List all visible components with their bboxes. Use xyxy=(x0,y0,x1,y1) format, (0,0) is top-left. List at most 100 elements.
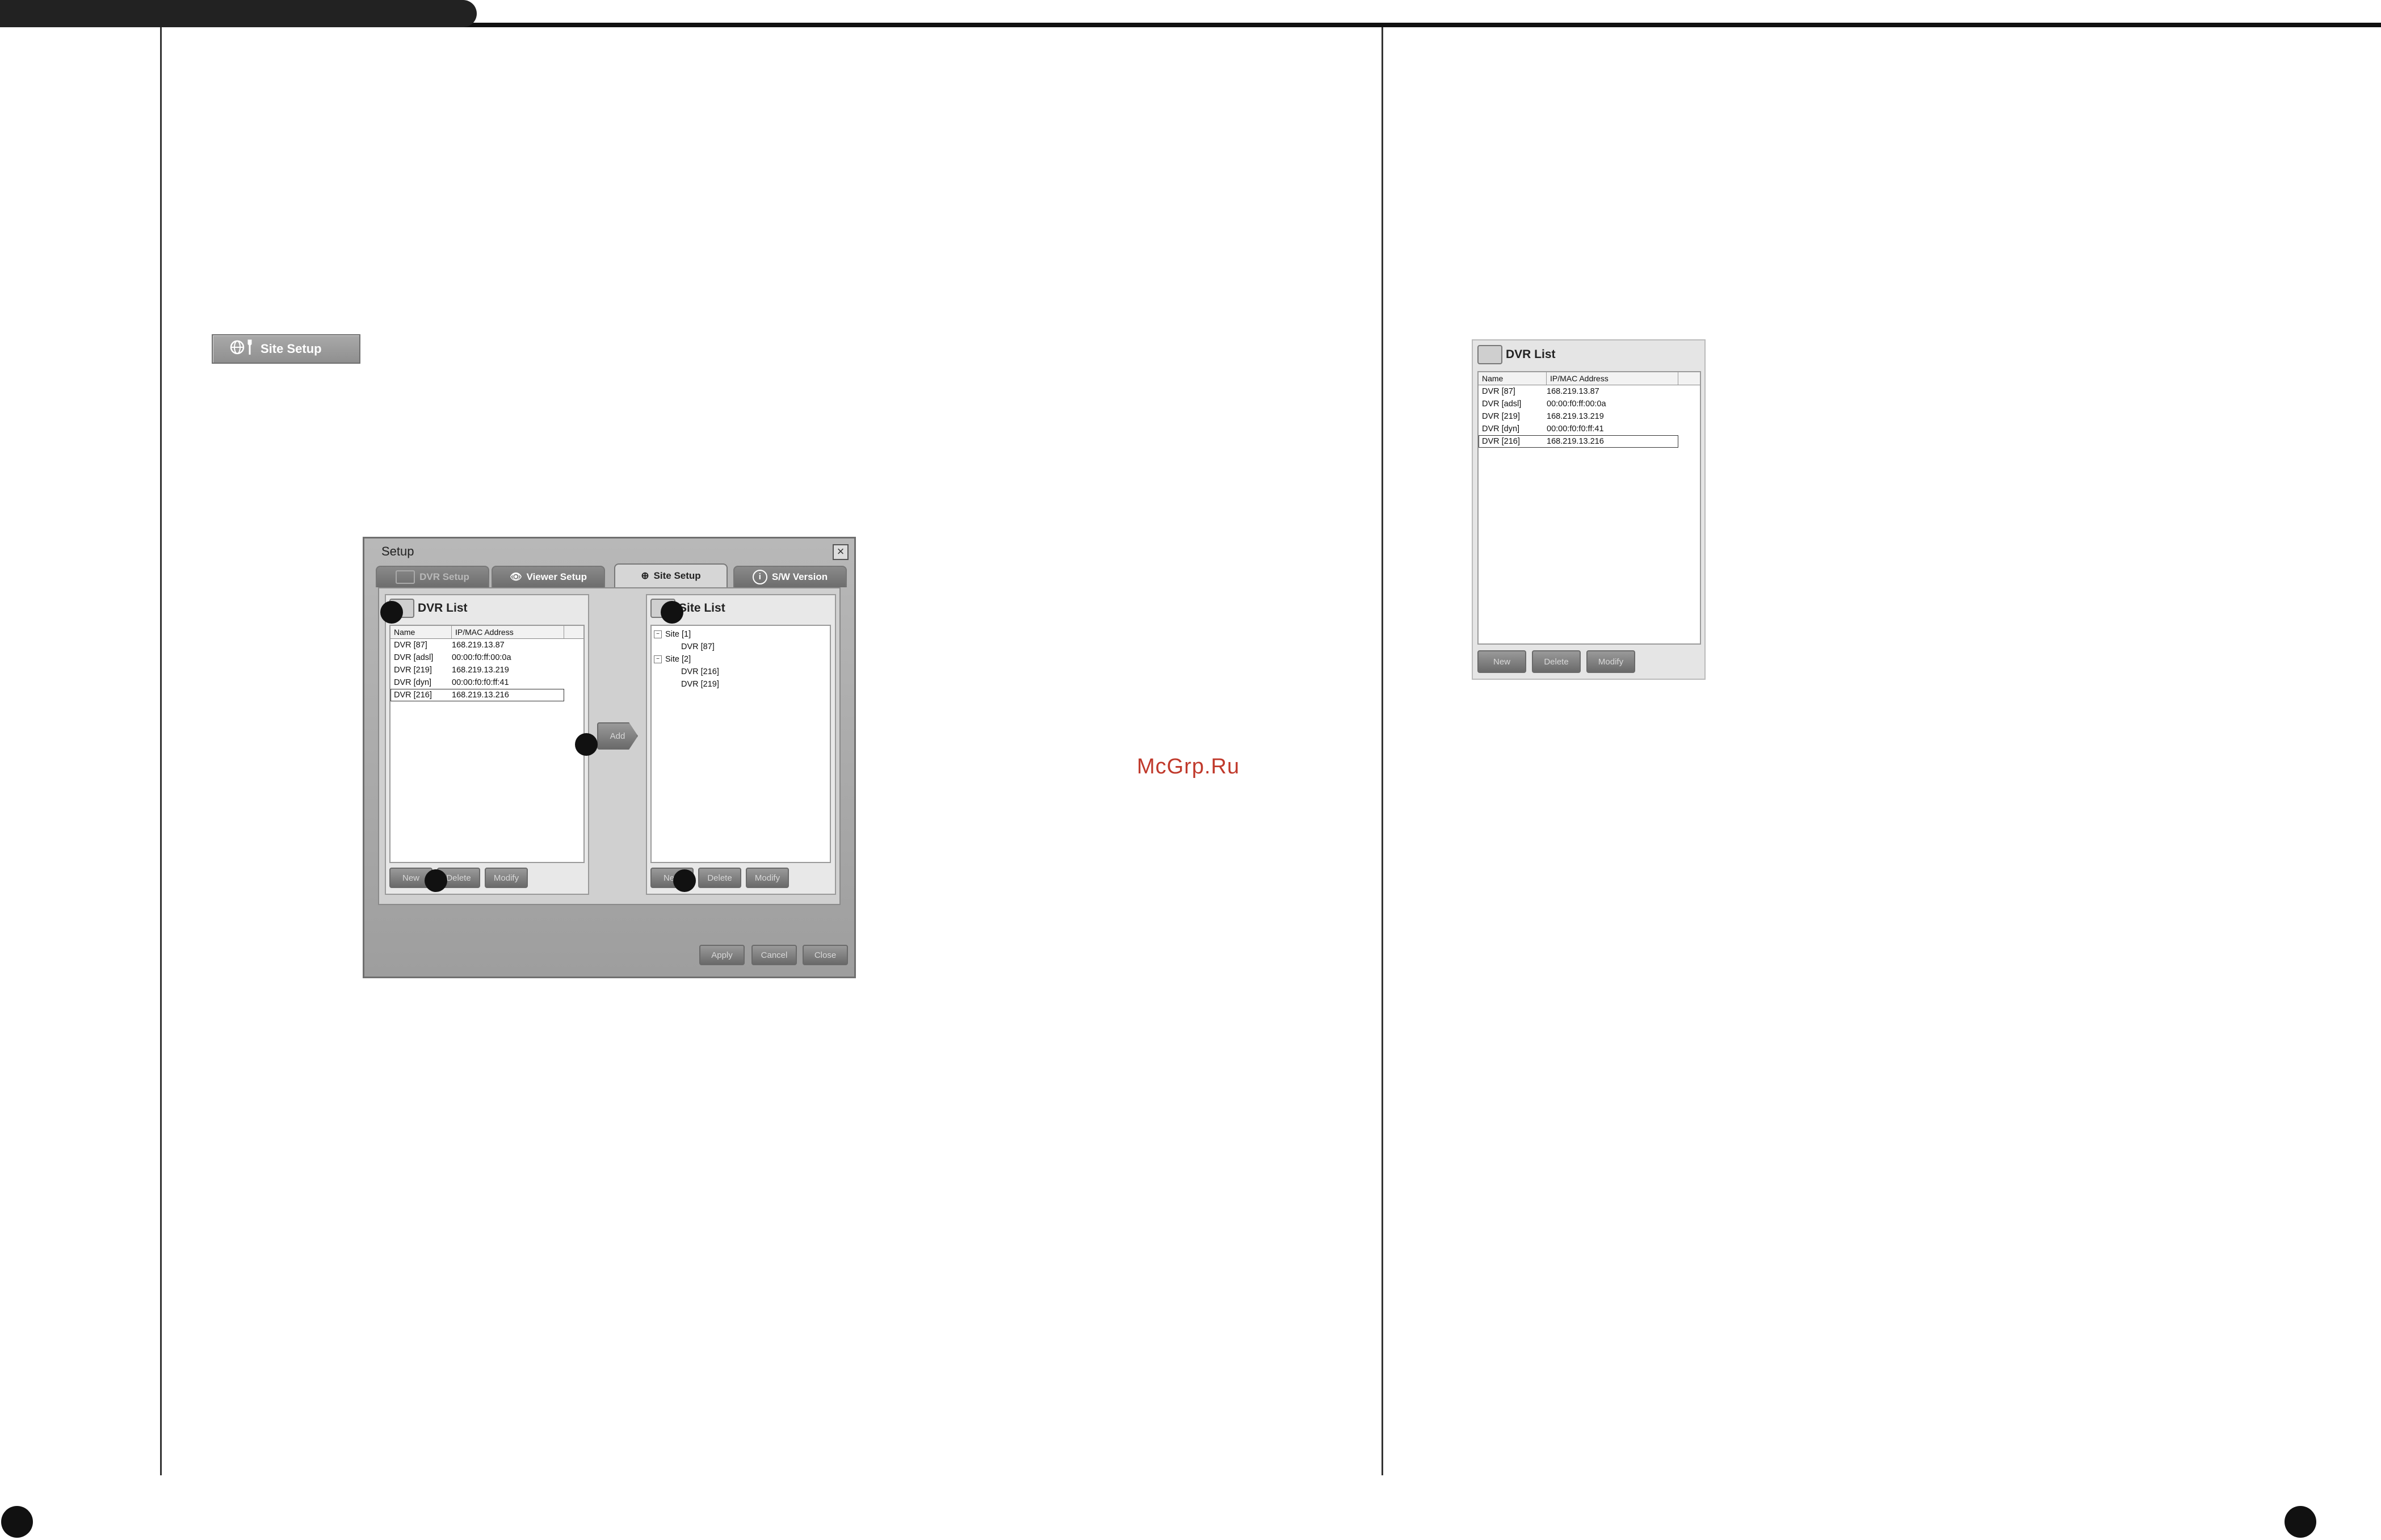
callout-marker xyxy=(425,869,447,892)
dvr-address: 168.219.13.219 xyxy=(452,666,509,675)
detail-modify-button[interactable]: Modify xyxy=(1586,650,1635,673)
tree-leaf[interactable]: DVR [219] xyxy=(652,678,830,691)
column-header-address[interactable]: IP/MAC Address xyxy=(1547,372,1678,385)
column-header-address[interactable]: IP/MAC Address xyxy=(452,626,564,638)
dvr-list-icon xyxy=(1477,345,1502,364)
close-icon[interactable]: × xyxy=(833,544,849,560)
dvr-address: 168.219.13.87 xyxy=(452,641,505,650)
dvr-address: 168.219.13.216 xyxy=(452,691,509,700)
dvr-address: 168.219.13.219 xyxy=(1547,412,1604,421)
tab-site-setup[interactable]: ⊕ Site Setup xyxy=(614,563,728,587)
table-row[interactable]: DVR [87] 168.219.13.87 xyxy=(390,639,583,651)
close-button[interactable]: Close xyxy=(803,945,848,965)
table-row[interactable]: DVR [dyn] 00:00:f0:f0:ff:41 xyxy=(390,676,583,689)
tab-viewer-setup-label: Viewer Setup xyxy=(526,571,587,582)
dialog-title: Setup xyxy=(381,544,414,558)
dvr-label: DVR [219] xyxy=(681,680,719,689)
dvr-list-columns: Name IP/MAC Address xyxy=(1479,372,1700,385)
table-row[interactable]: DVR [dyn] 00:00:f0:f0:ff:41 xyxy=(1479,423,1700,435)
tab-sw-version-label: S/W Version xyxy=(771,571,828,582)
dvr-name: DVR [216] xyxy=(1482,437,1520,446)
watermark-text: McGrp.Ru xyxy=(1137,755,1240,779)
dvr-list-detail-title: DVR List xyxy=(1506,348,1556,361)
tab-dvr-setup-label: DVR Setup xyxy=(419,571,469,582)
apply-button[interactable]: Apply xyxy=(699,945,745,965)
collapse-icon[interactable]: − xyxy=(654,655,662,663)
site-setup-button-label: Site Setup xyxy=(261,342,322,356)
site-setup-tab-content: DVR List Name IP/MAC Address DVR [87] 168… xyxy=(378,587,841,905)
site-setup-button[interactable]: Site Setup xyxy=(212,334,360,364)
dvr-name: DVR [219] xyxy=(1482,412,1520,421)
callout-marker xyxy=(661,601,683,624)
dvr-list-detail-table[interactable]: Name IP/MAC Address DVR [87] 168.219.13.8… xyxy=(1477,371,1701,645)
dvr-list-table[interactable]: Name IP/MAC Address DVR [87] 168.219.13.8… xyxy=(389,625,585,863)
callout-marker xyxy=(673,869,696,892)
dvr-address: 168.219.13.87 xyxy=(1547,387,1599,396)
site-list-title: Site List xyxy=(679,601,725,615)
column-header-name[interactable]: Name xyxy=(390,626,452,638)
tree-leaf[interactable]: DVR [216] xyxy=(652,666,830,678)
detail-new-button[interactable]: New xyxy=(1477,650,1526,673)
dvr-list-detail-panel: DVR List Name IP/MAC Address DVR [87] 168… xyxy=(1472,339,1706,680)
dvr-name: DVR [dyn] xyxy=(394,678,432,687)
dvr-name: DVR [87] xyxy=(394,641,427,650)
tab-sw-version[interactable]: i S/W Version xyxy=(733,566,847,587)
tree-node-site-2[interactable]: − Site [2] xyxy=(652,653,830,666)
eye-wrench-icon: 👁 xyxy=(509,571,522,582)
dvr-address: 00:00:f0:f0:ff:41 xyxy=(452,678,509,687)
tab-dvr-setup[interactable]: DVR Setup xyxy=(376,566,489,587)
tab-site-setup-label: Site Setup xyxy=(653,570,701,581)
globe-wrench-icon: ⊕ xyxy=(641,570,649,581)
detail-delete-button[interactable]: Delete xyxy=(1532,650,1581,673)
cancel-button[interactable]: Cancel xyxy=(751,945,797,965)
dvr-modify-button[interactable]: Modify xyxy=(485,868,528,888)
site-list-tree[interactable]: − Site [1] DVR [87] − Site [2] DVR [216] D… xyxy=(650,625,831,863)
table-row[interactable]: DVR [219] 168.219.13.219 xyxy=(390,664,583,676)
dvr-name: DVR [87] xyxy=(1482,387,1515,396)
dvr-address: 00:00:f0:ff:00:0a xyxy=(452,653,511,662)
dvr-icon xyxy=(396,570,415,584)
column-header-name[interactable]: Name xyxy=(1479,372,1547,385)
dvr-name: DVR [adsl] xyxy=(394,653,434,662)
site-label: Site [1] xyxy=(665,630,691,639)
center-divider-line xyxy=(1381,27,1383,1475)
dvr-list-detail-header: DVR List xyxy=(1477,345,1556,364)
add-button-label: Add xyxy=(610,731,625,741)
table-row[interactable]: DVR [adsl] 00:00:f0:ff:00:0a xyxy=(1479,398,1700,410)
dvr-name: DVR [216] xyxy=(394,691,432,700)
dvr-label: DVR [216] xyxy=(681,667,719,676)
site-list-panel: Site List − Site [1] DVR [87] − Site [2] D… xyxy=(646,594,836,895)
dvr-list-panel: DVR List Name IP/MAC Address DVR [87] 168… xyxy=(385,594,589,895)
header-tab-shape xyxy=(0,0,477,27)
left-page-marker xyxy=(1,1506,33,1538)
left-margin-line xyxy=(160,27,162,1475)
setup-dialog: Setup × DVR Setup 👁 Viewer Setup ⊕ Site … xyxy=(363,537,856,978)
globe-wrench-icon xyxy=(230,339,255,359)
dvr-name: DVR [dyn] xyxy=(1482,424,1520,434)
dvr-label: DVR [87] xyxy=(681,642,715,651)
right-page-marker xyxy=(2285,1506,2316,1538)
dvr-list-columns: Name IP/MAC Address xyxy=(390,626,583,639)
tree-node-site-1[interactable]: − Site [1] xyxy=(652,628,830,641)
site-label: Site [2] xyxy=(665,655,691,664)
dvr-address: 00:00:f0:ff:00:0a xyxy=(1547,399,1606,409)
dvr-address: 00:00:f0:f0:ff:41 xyxy=(1547,424,1604,434)
dvr-name: DVR [adsl] xyxy=(1482,399,1522,409)
callout-marker xyxy=(380,601,403,624)
dvr-address: 168.219.13.216 xyxy=(1547,437,1604,446)
info-icon: i xyxy=(752,570,767,584)
collapse-icon[interactable]: − xyxy=(654,630,662,638)
table-row[interactable]: DVR [87] 168.219.13.87 xyxy=(1479,385,1700,398)
table-row[interactable]: DVR [adsl] 00:00:f0:ff:00:0a xyxy=(390,651,583,664)
callout-marker xyxy=(575,733,598,756)
dvr-list-title: DVR List xyxy=(418,601,468,615)
dvr-name: DVR [219] xyxy=(394,666,432,675)
site-modify-button[interactable]: Modify xyxy=(746,868,789,888)
tree-leaf[interactable]: DVR [87] xyxy=(652,641,830,653)
tab-viewer-setup[interactable]: 👁 Viewer Setup xyxy=(492,566,605,587)
site-delete-button[interactable]: Delete xyxy=(698,868,741,888)
add-button[interactable]: Add xyxy=(597,722,638,750)
table-row[interactable]: DVR [219] 168.219.13.219 xyxy=(1479,410,1700,423)
table-row-selected[interactable]: DVR [216] 168.219.13.216 xyxy=(390,689,564,701)
table-row-selected[interactable]: DVR [216] 168.219.13.216 xyxy=(1479,435,1678,448)
